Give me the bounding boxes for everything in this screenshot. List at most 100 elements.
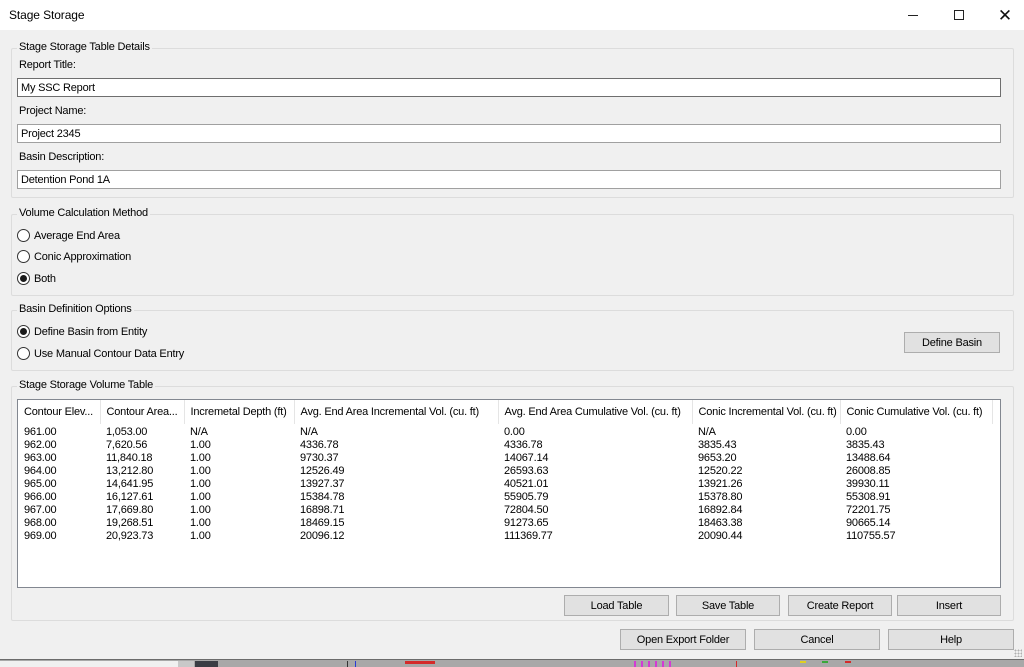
radio-label: Average End Area [34, 229, 120, 242]
basin-description-input[interactable] [17, 170, 1001, 189]
table-cell: 13921.26 [698, 478, 743, 490]
table-cell: 964.00 [24, 465, 57, 477]
table-cell: 968.00 [24, 517, 57, 529]
table-row[interactable]: 965.00 14,641.95 1.00 13927.37 40521.01 13921… [18, 478, 992, 491]
background-application [0, 661, 1024, 667]
table-row[interactable]: 962.00 7,620.56 1.00 4336.78 4336.78 3835.43 3… [18, 439, 992, 452]
open-export-folder-button[interactable]: Open Export Folder [620, 629, 746, 650]
radio-label: Both [34, 272, 56, 285]
radio-indicator [17, 229, 30, 242]
table-cell: 7,620.56 [106, 439, 148, 451]
table-cell: 40521.01 [504, 478, 549, 490]
table-cell: 26008.85 [846, 465, 891, 477]
table-row[interactable]: 961.00 1,053.00 N/A N/A 0.00 N/A 0.00 [18, 424, 992, 439]
volume-table[interactable]: Contour Elev... Contour Area... Incremet… [17, 399, 1001, 588]
radio-label: Conic Approximation [34, 250, 132, 263]
radio-indicator-selected [17, 272, 30, 285]
table-row[interactable]: 966.00 16,127.61 1.00 15384.78 55905.79 15378… [18, 491, 992, 504]
radio-average-end-area[interactable]: Average End Area [17, 229, 120, 242]
column-header-avg-end-area-cumulative[interactable]: Avg. End Area Cumulative Vol. (cu. ft) [498, 400, 693, 424]
table-cell: 20096.12 [300, 530, 345, 542]
background-drawing-line [736, 661, 737, 667]
table-cell: 1.00 [190, 504, 211, 516]
help-button[interactable]: Help [888, 629, 1014, 650]
table-row[interactable]: 968.00 19,268.51 1.00 18469.15 91273.65 18463… [18, 517, 992, 530]
volume-table-legend: Stage Storage Volume Table [17, 379, 156, 391]
table-cell: N/A [190, 426, 208, 438]
table-cell: 3835.43 [846, 439, 885, 451]
table-cell: 1.00 [190, 491, 211, 503]
background-toolbar [195, 661, 218, 667]
table-cell: 1.00 [190, 465, 211, 477]
column-header-incremental-depth[interactable]: Incremetal Depth (ft) [184, 400, 295, 424]
column-header-conic-cumulative[interactable]: Conic Cumulative Vol. (cu. ft) [840, 400, 993, 424]
table-cell: 9730.37 [300, 452, 339, 464]
window-title: Stage Storage [9, 8, 85, 22]
table-cell: 72201.75 [846, 504, 891, 516]
table-cell: 14,641.95 [106, 478, 154, 490]
radio-indicator [17, 347, 30, 360]
radio-define-basin-from-entity[interactable]: Define Basin from Entity [17, 325, 147, 338]
radio-both[interactable]: Both [17, 272, 56, 285]
report-title-input[interactable] [17, 78, 1001, 97]
background-panel [0, 661, 178, 667]
background-panel-divider [178, 661, 194, 667]
radio-manual-contour-entry[interactable]: Use Manual Contour Data Entry [17, 347, 184, 360]
volume-grid: Contour Elev... Contour Area... Incremet… [18, 400, 993, 543]
radio-indicator-selected [17, 325, 30, 338]
column-header-conic-incremental[interactable]: Conic Incremental Vol. (cu. ft) [692, 400, 841, 424]
table-row[interactable]: 963.00 11,840.18 1.00 9730.37 14067.14 9653.2… [18, 452, 992, 465]
title-bar[interactable]: Stage Storage ✕ [0, 0, 1024, 30]
column-header-avg-end-area-incremental[interactable]: Avg. End Area Incremental Vol. (cu. ft) [294, 400, 499, 424]
project-name-label: Project Name: [19, 105, 87, 117]
table-cell: 16898.71 [300, 504, 345, 516]
close-button[interactable]: ✕ [982, 0, 1024, 30]
table-cell: 55905.79 [504, 491, 549, 503]
load-table-button[interactable]: Load Table [564, 595, 669, 616]
maximize-icon [954, 10, 964, 20]
table-cell: 0.00 [846, 426, 867, 438]
minimize-button[interactable] [890, 0, 936, 30]
table-cell: 1.00 [190, 517, 211, 529]
background-drawing-line [355, 661, 356, 667]
table-cell: 9653.20 [698, 452, 737, 464]
table-cell: 966.00 [24, 491, 57, 503]
background-drawing-lines [634, 661, 674, 667]
table-row[interactable]: 967.00 17,669.80 1.00 16898.71 72804.50 16892… [18, 504, 992, 517]
basin-definition-group: Basin Definition Options [11, 303, 1014, 371]
resize-grip-icon[interactable] [1014, 649, 1022, 657]
column-header-contour-area[interactable]: Contour Area... [100, 400, 185, 424]
table-cell: 1.00 [190, 439, 211, 451]
column-header-contour-elev[interactable]: Contour Elev... [18, 400, 101, 424]
radio-indicator [17, 250, 30, 263]
table-cell: 13927.37 [300, 478, 345, 490]
define-basin-button[interactable]: Define Basin [904, 332, 1000, 353]
radio-conic-approximation[interactable]: Conic Approximation [17, 250, 131, 263]
table-cell: 965.00 [24, 478, 57, 490]
basin-definition-legend: Basin Definition Options [17, 303, 134, 315]
table-cell: 16892.84 [698, 504, 743, 516]
table-cell: 18469.15 [300, 517, 345, 529]
table-cell: 39930.11 [846, 478, 890, 490]
table-cell: 13488.64 [846, 452, 891, 464]
insert-button[interactable]: Insert [897, 595, 1001, 616]
table-row[interactable]: 969.00 20,923.73 1.00 20096.12 111369.77 2009… [18, 530, 992, 543]
table-cell: 19,268.51 [106, 517, 154, 529]
background-drawing-line [800, 661, 806, 663]
table-cell: N/A [698, 426, 716, 438]
project-name-input[interactable] [17, 124, 1001, 143]
maximize-button[interactable] [936, 0, 982, 30]
create-report-button[interactable]: Create Report [788, 595, 892, 616]
table-cell: 1,053.00 [106, 426, 148, 438]
save-table-button[interactable]: Save Table [676, 595, 780, 616]
table-cell: 4336.78 [504, 439, 543, 451]
table-cell: 962.00 [24, 439, 57, 451]
table-row[interactable]: 964.00 13,212.80 1.00 12526.49 26593.63 12520… [18, 465, 992, 478]
basin-description-label: Basin Description: [19, 151, 105, 163]
table-cell: 18463.38 [698, 517, 743, 529]
table-cell: 1.00 [190, 478, 211, 490]
cancel-button[interactable]: Cancel [754, 629, 880, 650]
table-details-legend: Stage Storage Table Details [17, 41, 152, 53]
table-cell: N/A [300, 426, 318, 438]
table-cell: 72804.50 [504, 504, 549, 516]
